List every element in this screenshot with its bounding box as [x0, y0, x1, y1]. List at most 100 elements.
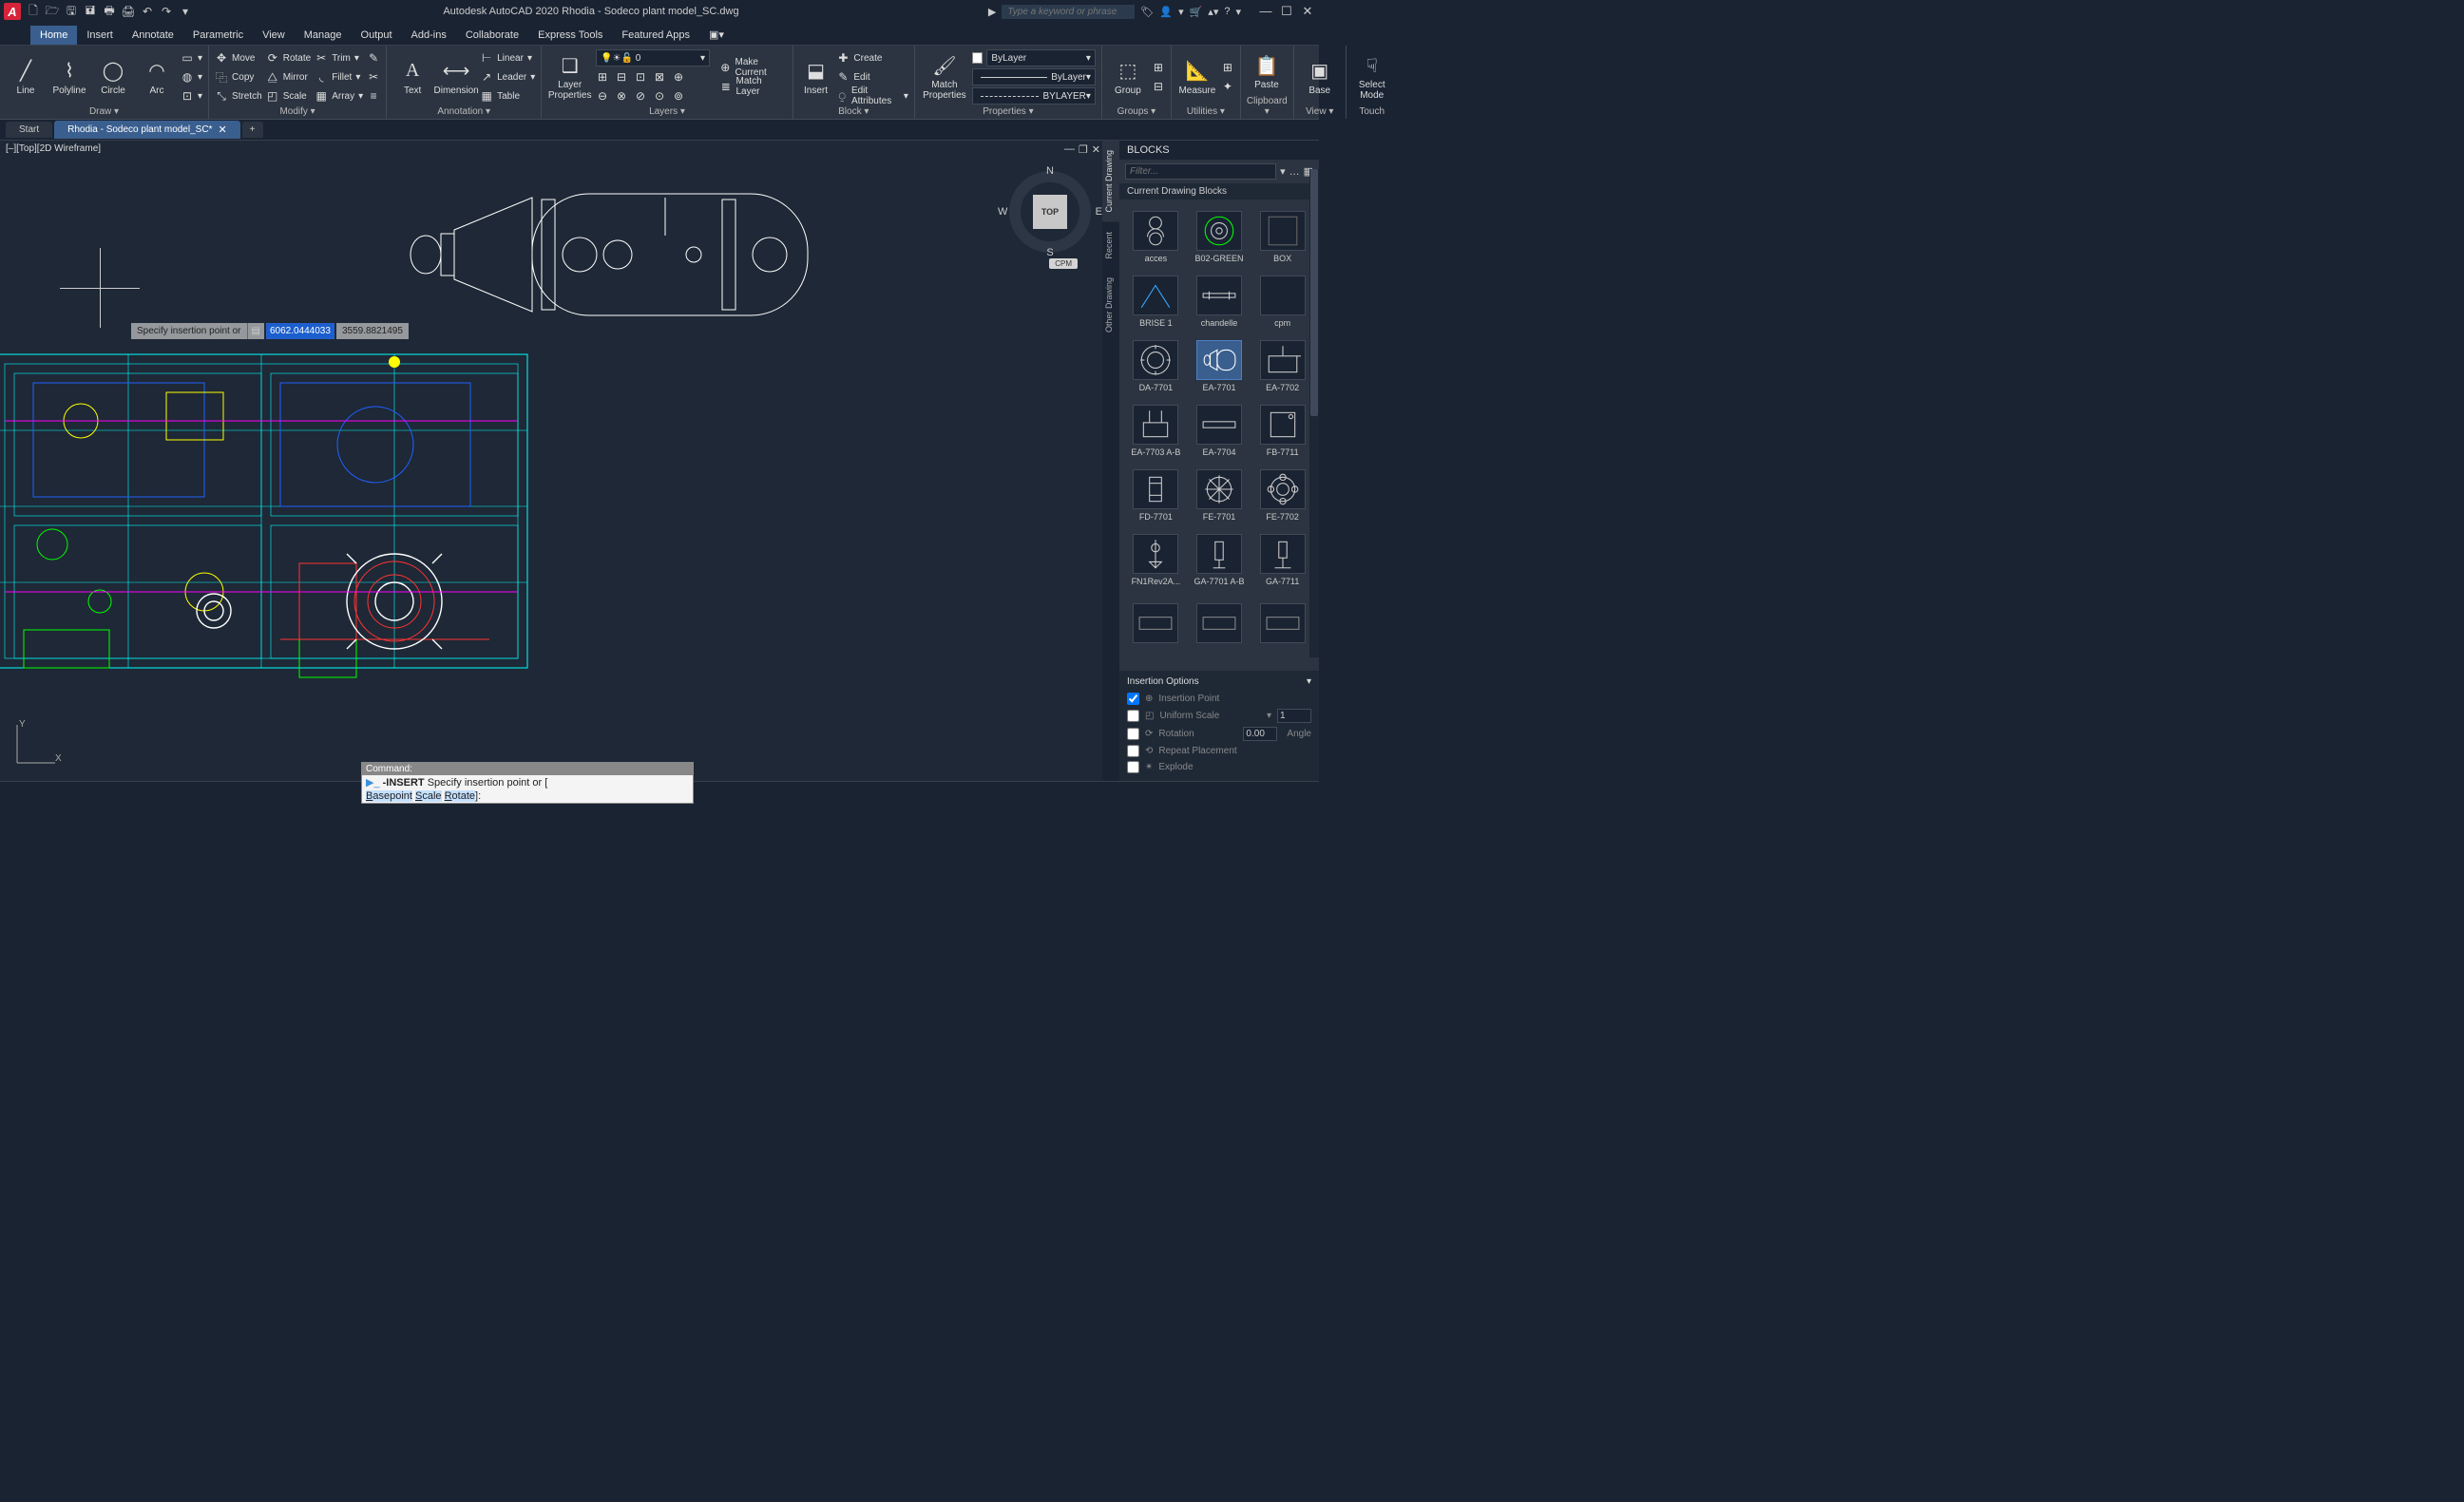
fillet-tool[interactable]: ◟Fillet ▾ — [315, 68, 363, 86]
rotate-tool[interactable]: ⟳Rotate — [266, 49, 311, 67]
panel-label-draw[interactable]: Draw ▾ — [6, 106, 202, 119]
viewcube-n[interactable]: N — [1046, 165, 1054, 177]
cmd-opt-rotate[interactable]: Rotate — [445, 790, 475, 802]
circle-tool[interactable]: ◯Circle — [93, 59, 133, 96]
layer-op2-icon[interactable]: ⊟ — [615, 70, 628, 84]
tab-home[interactable]: Home — [30, 26, 77, 45]
util-extra1[interactable]: ⊞ — [1221, 59, 1234, 76]
block-item[interactable] — [1251, 593, 1313, 656]
trim-tool[interactable]: ✂Trim ▾ — [315, 49, 363, 67]
maximize-button[interactable]: ☐ — [1279, 4, 1294, 19]
text-tool[interactable]: AText — [392, 59, 432, 96]
layer-op3-icon[interactable]: ⊡ — [634, 70, 647, 84]
mirror-tool[interactable]: ⧋Mirror — [266, 68, 311, 86]
redo-icon[interactable]: ↷ — [158, 3, 175, 20]
line-tool[interactable]: ╱Line — [6, 59, 46, 96]
tab-addins[interactable]: Add-ins — [402, 26, 456, 45]
cmd-opt-basepoint[interactable]: Basepoint — [366, 790, 412, 802]
coord-x-input[interactable] — [266, 323, 334, 339]
tab-express[interactable]: Express Tools — [528, 26, 612, 45]
insertion-options-header[interactable]: Insertion Options▾ — [1127, 676, 1311, 691]
tab-annotate[interactable]: Annotate — [123, 26, 183, 45]
util-extra2[interactable]: ✦ — [1221, 78, 1234, 95]
cmd-opt-scale[interactable]: Scale — [415, 790, 442, 802]
matchlayer-tool[interactable]: ≣Match Layer — [719, 78, 787, 95]
viewcube-s[interactable]: S — [1046, 247, 1053, 258]
search-play-icon[interactable]: ▶ — [988, 6, 996, 18]
layer-op10-icon[interactable]: ⊚ — [672, 89, 685, 103]
new-icon[interactable]: 🗋 — [25, 3, 42, 20]
block-item[interactable]: B02-GREEN — [1189, 205, 1251, 268]
panel-label-view[interactable]: View ▾ — [1300, 106, 1340, 119]
prompt-options-icon[interactable]: ▤ — [247, 323, 264, 339]
block-item[interactable]: EA-7704 — [1189, 399, 1251, 462]
file-tab-current[interactable]: Rhodia - Sodeco plant model_SC*✕ — [54, 121, 240, 139]
block-item[interactable]: cpm — [1251, 270, 1313, 333]
tab-parametric[interactable]: Parametric — [183, 26, 253, 45]
opt-rotation-check[interactable] — [1127, 728, 1139, 740]
viewcube-e[interactable]: E — [1096, 206, 1102, 218]
block-item[interactable] — [1189, 593, 1251, 656]
tab-view[interactable]: View — [253, 26, 295, 45]
blocks-filter-input[interactable] — [1125, 163, 1276, 180]
plot-icon[interactable]: 🖶 — [101, 3, 118, 20]
scale-tool[interactable]: ◰Scale — [266, 87, 311, 105]
help-dropdown-icon[interactable]: ▾ — [1235, 6, 1241, 18]
insert-tool[interactable]: ⬓Insert — [799, 59, 833, 96]
tab-output[interactable]: Output — [352, 26, 402, 45]
block-item[interactable]: FD-7701 — [1125, 464, 1187, 526]
opt-repeat-check[interactable] — [1127, 745, 1139, 757]
wcs-badge[interactable]: CPM — [1049, 258, 1078, 269]
linear-tool[interactable]: ⊢Linear ▾ — [480, 49, 535, 67]
create-tool[interactable]: ✚Create — [836, 49, 908, 67]
group-extra1[interactable]: ⊞ — [1152, 59, 1165, 76]
block-item[interactable]: FN1Rev2A... — [1125, 528, 1187, 591]
block-item[interactable]: GA-7711 — [1251, 528, 1313, 591]
table-tool[interactable]: ▦Table — [480, 87, 535, 105]
saveas-icon[interactable]: 🖬 — [82, 3, 99, 20]
block-item[interactable]: acces — [1125, 205, 1187, 268]
base-tool[interactable]: ▣Base — [1300, 59, 1340, 96]
block-item[interactable] — [1125, 593, 1187, 656]
qat-more-icon[interactable]: ▾ — [177, 3, 194, 20]
block-item[interactable]: DA-7701 — [1125, 334, 1187, 397]
tab-manage[interactable]: Manage — [295, 26, 352, 45]
help-icon[interactable]: ? — [1224, 6, 1230, 17]
stretch-tool[interactable]: ⤡Stretch — [215, 87, 262, 105]
panel-label-clipboard[interactable]: Clipboard ▾ — [1247, 96, 1288, 119]
draw-extra1[interactable]: ▭▾ — [181, 49, 202, 67]
layer-op9-icon[interactable]: ⊙ — [653, 89, 666, 103]
modify-extra3[interactable]: ≡ — [367, 87, 380, 105]
panel-label-layers[interactable]: Layers ▾ — [547, 106, 786, 119]
side-tab-recent[interactable]: Recent — [1102, 222, 1119, 269]
minimize-button[interactable]: — — [1258, 4, 1273, 19]
polyline-tool[interactable]: ⌇Polyline — [49, 59, 89, 96]
uniformscale-input[interactable] — [1277, 709, 1311, 723]
panel-label-block[interactable]: Block ▾ — [799, 106, 908, 119]
editattr-tool[interactable]: ⍜Edit Attributes ▾ — [836, 87, 908, 105]
tab-featured[interactable]: Featured Apps — [612, 26, 699, 45]
browse-icon[interactable]: … — [1289, 166, 1300, 178]
block-item[interactable]: EA-7702 — [1251, 334, 1313, 397]
panel-label-utilities[interactable]: Utilities ▾ — [1177, 106, 1234, 119]
block-item[interactable]: BOX — [1251, 205, 1313, 268]
group-tool[interactable]: ⬚Group — [1108, 59, 1148, 96]
app-icon[interactable]: A — [4, 3, 21, 20]
filter-dropdown-icon[interactable]: ▾ — [1280, 165, 1286, 178]
lineweight-dropdown[interactable]: ByLayer▾ — [972, 68, 1096, 86]
makecurrent-tool[interactable]: ⊕Make Current — [719, 59, 787, 76]
selectmode-tool[interactable]: ☟Select Mode — [1352, 53, 1392, 101]
cart-icon[interactable]: 🛒 — [1190, 6, 1203, 18]
exchange-apps-icon[interactable]: ▾ — [1178, 6, 1184, 18]
close-file-icon[interactable]: ✕ — [218, 124, 226, 136]
edit-tool[interactable]: ✎Edit — [836, 68, 908, 86]
modify-extra2[interactable]: ✂ — [367, 68, 380, 86]
measure-tool[interactable]: 📐Measure — [1177, 59, 1217, 96]
paste-tool[interactable]: 📋Paste — [1247, 53, 1287, 90]
layer-op7-icon[interactable]: ⊗ — [615, 89, 628, 103]
open-icon[interactable]: 🗁 — [44, 3, 61, 20]
tab-collaborate[interactable]: Collaborate — [456, 26, 528, 45]
block-item[interactable]: EA-7703 A-B — [1125, 399, 1187, 462]
opt-insertpoint-check[interactable] — [1127, 693, 1139, 705]
matchprops-tool[interactable]: 🖌Match Properties — [921, 53, 968, 101]
